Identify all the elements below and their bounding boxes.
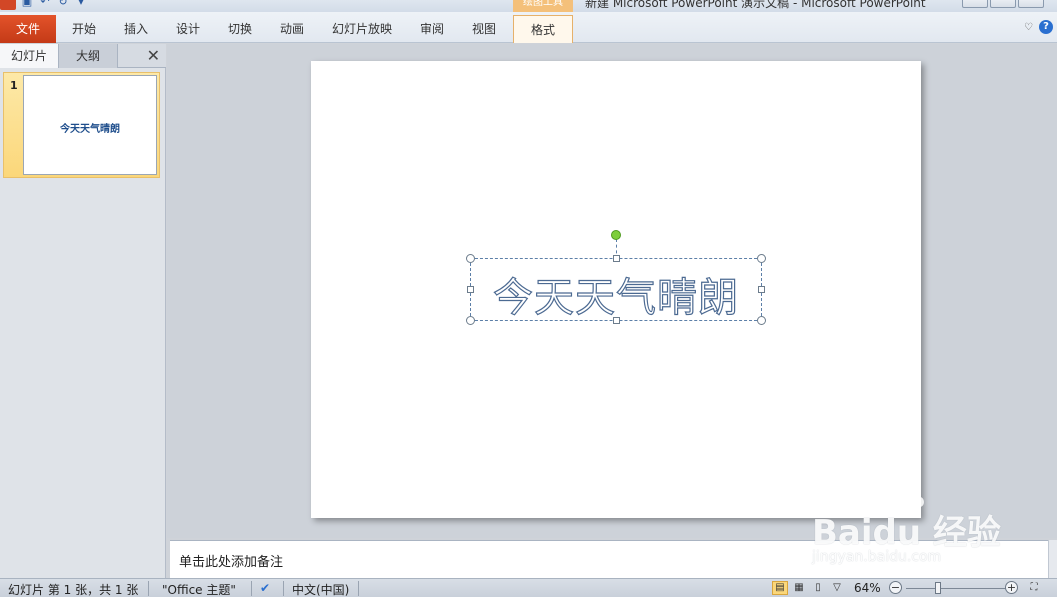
powerpoint-logo-icon[interactable] — [0, 0, 16, 10]
rotation-handle[interactable] — [611, 230, 621, 240]
slide-thumbnail[interactable]: 今天天气晴朗 — [23, 75, 157, 175]
slide-count-status: 幻灯片 第 1 张，共 1 张 — [8, 583, 139, 597]
resize-handle-right[interactable] — [758, 286, 765, 293]
zoom-slider-track[interactable] — [906, 588, 1006, 589]
language-status[interactable]: 中文(中国) — [292, 581, 349, 597]
zoom-level[interactable]: 64% — [854, 581, 881, 595]
tab-animations[interactable]: 动画 — [266, 15, 318, 43]
slides-pane: 幻灯片 大纲 ✕ 1 今天天气晴朗 — [0, 44, 166, 578]
watermark-brand: Baidu 经验 — [812, 513, 1001, 553]
ribbon-tabs: 文件 开始 插入 设计 切换 动画 幻灯片放映 审阅 视图 格式 ♡ ? — [0, 12, 1057, 43]
tab-view[interactable]: 视图 — [458, 15, 510, 43]
ribbon-right-controls: ♡ ? — [1024, 20, 1053, 34]
fit-to-window-icon[interactable]: ⛶ — [1026, 581, 1042, 595]
slide-sorter-view-icon[interactable]: ▦ — [791, 581, 807, 595]
slide-thumbnail-row[interactable]: 1 今天天气晴朗 — [3, 72, 160, 178]
window-title: 新建 Microsoft PowerPoint 演示文稿 - Microsoft… — [585, 0, 926, 10]
zoom-slider-thumb[interactable] — [935, 582, 941, 594]
close-pane-icon[interactable]: ✕ — [147, 46, 160, 66]
quick-access-toolbar: ▣ ↶ ↻ ▾ — [0, 0, 88, 10]
wordart-text[interactable]: 今天天气晴朗 — [471, 265, 761, 323]
watermark-url: jingyan.baidu.com — [812, 549, 942, 565]
tab-outline[interactable]: 大纲 — [59, 44, 118, 68]
tab-design[interactable]: 设计 — [162, 15, 214, 43]
help-icon[interactable]: ? — [1039, 20, 1053, 34]
slide-number: 1 — [10, 79, 18, 92]
tab-insert[interactable]: 插入 — [110, 15, 162, 43]
tab-transitions[interactable]: 切换 — [214, 15, 266, 43]
pane-tabs: 幻灯片 大纲 ✕ — [0, 44, 166, 68]
resize-handle-bottom-left[interactable] — [466, 316, 475, 325]
slideshow-view-icon[interactable]: ▽ — [829, 581, 845, 595]
context-tab-group-label: 绘图工具 — [513, 0, 573, 12]
status-bar: 幻灯片 第 1 张，共 1 张 "Office 主题" ✔ 中文(中国) ▤ ▦… — [0, 578, 1057, 597]
resize-handle-bottom[interactable] — [613, 317, 620, 324]
theme-status[interactable]: "Office 主题" — [162, 581, 236, 597]
spell-check-icon[interactable]: ✔ — [260, 581, 270, 595]
thumbnail-text: 今天天气晴朗 — [60, 124, 120, 135]
normal-view-icon[interactable]: ▤ — [772, 581, 788, 595]
redo-icon[interactable]: ↻ — [56, 0, 70, 9]
tab-format[interactable]: 格式 — [513, 15, 573, 43]
reading-view-icon[interactable]: ▯ — [810, 581, 826, 595]
resize-handle-bottom-right[interactable] — [757, 316, 766, 325]
minimize-button[interactable] — [962, 0, 988, 8]
resize-handle-top[interactable] — [613, 255, 620, 262]
save-icon[interactable]: ▣ — [20, 0, 34, 9]
zoom-in-icon[interactable]: + — [1005, 581, 1018, 594]
tab-review[interactable]: 审阅 — [406, 15, 458, 43]
close-window-button[interactable] — [1018, 0, 1044, 8]
tab-slideshow[interactable]: 幻灯片放映 — [318, 15, 406, 43]
minimize-ribbon-icon[interactable]: ♡ — [1024, 22, 1033, 33]
resize-handle-left[interactable] — [467, 286, 474, 293]
status-separator — [251, 581, 252, 596]
selected-textbox[interactable]: 今天天气晴朗 — [466, 230, 766, 325]
notes-scrollbar[interactable] — [1048, 540, 1057, 578]
status-separator — [358, 581, 359, 596]
undo-icon[interactable]: ↶ — [38, 0, 52, 9]
title-bar: ▣ ↶ ↻ ▾ 绘图工具 新建 Microsoft PowerPoint 演示文… — [0, 0, 1057, 12]
status-separator — [148, 581, 149, 596]
notes-placeholder: 单击此处添加备注 — [179, 555, 284, 570]
tab-home[interactable]: 开始 — [58, 15, 110, 43]
slide-workspace: 今天天气晴朗 — [167, 44, 1057, 538]
baidu-watermark: Baidu 经验 jingyan.baidu.com — [812, 487, 1012, 567]
tab-file[interactable]: 文件 — [0, 15, 56, 43]
tab-slides[interactable]: 幻灯片 — [0, 44, 59, 68]
slide-canvas[interactable]: 今天天气晴朗 — [311, 61, 921, 518]
status-separator — [283, 581, 284, 596]
maximize-button[interactable] — [990, 0, 1016, 8]
resize-handle-top-right[interactable] — [757, 254, 766, 263]
zoom-out-icon[interactable]: − — [889, 581, 902, 594]
customize-qat-icon[interactable]: ▾ — [74, 0, 88, 9]
resize-handle-top-left[interactable] — [466, 254, 475, 263]
